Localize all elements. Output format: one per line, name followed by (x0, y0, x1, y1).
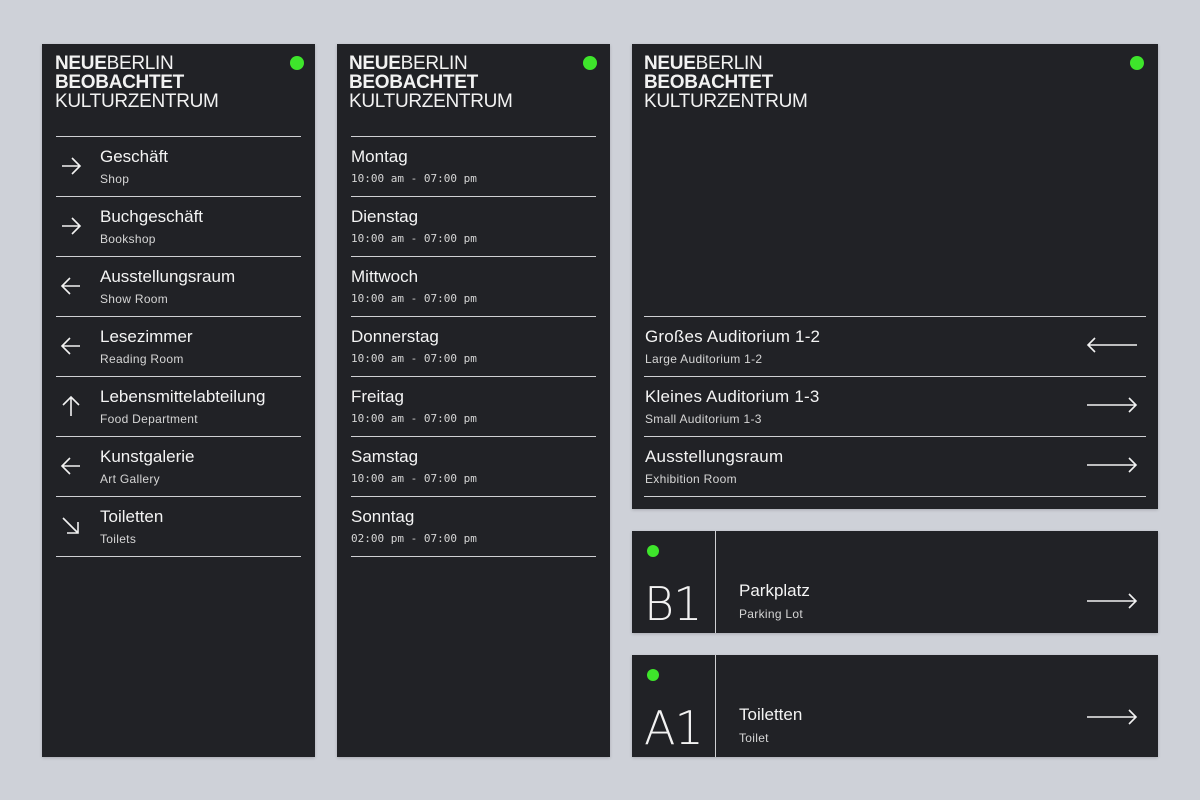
destination-subtitle: Toilet (739, 731, 769, 745)
long-arrow-right-icon (1087, 457, 1138, 473)
day-hours: 10:00 am - 07:00 pm (351, 412, 477, 425)
item-subtitle: Food Department (100, 412, 198, 426)
list-item: Donnerstag 10:00 am - 07:00 pm (351, 316, 596, 376)
status-dot (647, 669, 659, 681)
arrow-right-icon (62, 157, 82, 175)
item-title: Lebensmittelabteilung (100, 387, 266, 406)
destination-title: Parkplatz (739, 581, 810, 600)
arrow-down-right-icon (62, 517, 79, 534)
arrow-left-icon (60, 457, 80, 475)
day-hours: 02:00 pm - 07:00 pm (351, 532, 477, 545)
arrow-left-icon (60, 337, 80, 355)
list-item: Kunstgalerie Art Gallery (56, 436, 301, 496)
item-title: Geschäft (100, 147, 169, 166)
day-hours: 10:00 am - 07:00 pm (351, 292, 477, 305)
auditorium-sign: NEUEBERLIN BEOBACHTET KULTURZENTRUM Groß… (632, 44, 1158, 509)
brand-neue: NEUE (349, 53, 401, 74)
brand-logo: NEUEBERLIN BEOBACHTET KULTURZENTRUM (644, 54, 808, 111)
list-item: Toiletten Toilets (56, 496, 301, 557)
status-dot (647, 545, 659, 557)
list-item: Kleines Auditorium 1-3 Small Auditorium … (644, 376, 1146, 436)
brand-kulturzentrum: KULTURZENTRUM (55, 91, 219, 112)
long-arrow-right-icon (1087, 397, 1138, 413)
list-item: Dienstag 10:00 am - 07:00 pm (351, 196, 596, 256)
item-subtitle: Reading Room (100, 352, 184, 366)
level-code: B1 (644, 577, 702, 631)
list-item: Samstag 10:00 am - 07:00 pm (351, 436, 596, 496)
list-item: Mittwoch 10:00 am - 07:00 pm (351, 256, 596, 316)
list-item: Lebensmittelabteilung Food Department (56, 376, 301, 436)
list-item: Ausstellungsraum Show Room (56, 256, 301, 316)
brand-kulturzentrum: KULTURZENTRUM (349, 91, 513, 112)
brand-logo: NEUEBERLIN BEOBACHTET KULTURZENTRUM (349, 54, 513, 111)
list-item: Buchgeschäft Bookshop (56, 196, 301, 256)
item-title: Toiletten (100, 507, 164, 526)
list-item: Lesezimmer Reading Room (56, 316, 301, 376)
brand-berlin: BERLIN (106, 53, 174, 74)
long-arrow-right-icon (1087, 593, 1138, 609)
opening-hours-sign: NEUEBERLIN BEOBACHTET KULTURZENTRUM Mont… (337, 44, 610, 757)
day-label: Donnerstag (351, 327, 439, 346)
list-item: Montag 10:00 am - 07:00 pm (351, 136, 596, 196)
list-item: Geschäft Shop (56, 136, 301, 196)
item-subtitle: Toilets (100, 532, 137, 546)
brand-beobachtet: BEOBACHTET (644, 72, 773, 93)
hours-list: Montag 10:00 am - 07:00 pm Dienstag 10:0… (351, 136, 596, 557)
level-code: A1 (644, 701, 704, 755)
status-dot (583, 56, 597, 70)
item-subtitle: Show Room (100, 292, 169, 306)
long-arrow-left-icon (1086, 337, 1137, 353)
item-title: Ausstellungsraum (100, 267, 236, 286)
day-hours: 10:00 am - 07:00 pm (351, 472, 477, 485)
day-hours: 10:00 am - 07:00 pm (351, 352, 477, 365)
list-item: Ausstellungsraum Exhibition Room (644, 436, 1146, 497)
destination-title: Toiletten (739, 705, 803, 724)
directory-sign: NEUEBERLIN BEOBACHTET KULTURZENTRUM Gesc… (42, 44, 315, 757)
list-item: Sonntag 02:00 pm - 07:00 pm (351, 496, 596, 557)
day-label: Montag (351, 147, 408, 166)
arrow-left-icon (60, 277, 80, 295)
day-label: Freitag (351, 387, 404, 406)
item-subtitle: Small Auditorium 1-3 (645, 412, 762, 426)
day-label: Mittwoch (351, 267, 419, 286)
day-label: Sonntag (351, 507, 415, 526)
brand-kulturzentrum: KULTURZENTRUM (644, 91, 808, 112)
brand-berlin: BERLIN (400, 53, 468, 74)
status-dot (1130, 56, 1144, 70)
brand-beobachtet: BEOBACHTET (55, 72, 184, 93)
level-a1-sign: A1 Toiletten Toilet (632, 655, 1158, 757)
item-title: Ausstellungsraum (645, 447, 784, 466)
day-label: Samstag (351, 447, 419, 466)
item-subtitle: Large Auditorium 1-2 (645, 352, 763, 366)
item-subtitle: Bookshop (100, 232, 156, 246)
brand-logo: NEUEBERLIN BEOBACHTET KULTURZENTRUM (55, 54, 219, 111)
item-title: Großes Auditorium 1-2 (645, 327, 821, 346)
arrow-right-icon (62, 217, 82, 235)
day-hours: 10:00 am - 07:00 pm (351, 172, 477, 185)
brand-neue: NEUE (644, 53, 696, 74)
arrow-up-icon (62, 395, 80, 416)
destination-subtitle: Parking Lot (739, 607, 804, 621)
brand-beobachtet: BEOBACHTET (349, 72, 478, 93)
status-dot (290, 56, 304, 70)
item-title: Kunstgalerie (100, 447, 195, 466)
directory-list: Geschäft Shop Buchgeschäft Bookshop Auss… (56, 136, 301, 557)
list-item: Großes Auditorium 1-2 Large Auditorium 1… (644, 316, 1146, 376)
level-code-box: B1 (632, 531, 716, 633)
item-title: Kleines Auditorium 1-3 (645, 387, 820, 406)
item-title: Lesezimmer (100, 327, 193, 346)
brand-neue: NEUE (55, 53, 107, 74)
long-arrow-right-icon (1087, 709, 1138, 725)
item-subtitle: Exhibition Room (645, 472, 737, 486)
list-item: Freitag 10:00 am - 07:00 pm (351, 376, 596, 436)
day-hours: 10:00 am - 07:00 pm (351, 232, 477, 245)
item-title: Buchgeschäft (100, 207, 204, 226)
level-code-box: A1 (632, 655, 716, 757)
brand-berlin: BERLIN (695, 53, 763, 74)
item-subtitle: Art Gallery (100, 472, 160, 486)
item-subtitle: Shop (100, 172, 130, 186)
level-b1-sign: B1 Parkplatz Parking Lot (632, 531, 1158, 633)
auditorium-list: Großes Auditorium 1-2 Large Auditorium 1… (644, 316, 1146, 497)
day-label: Dienstag (351, 207, 419, 226)
